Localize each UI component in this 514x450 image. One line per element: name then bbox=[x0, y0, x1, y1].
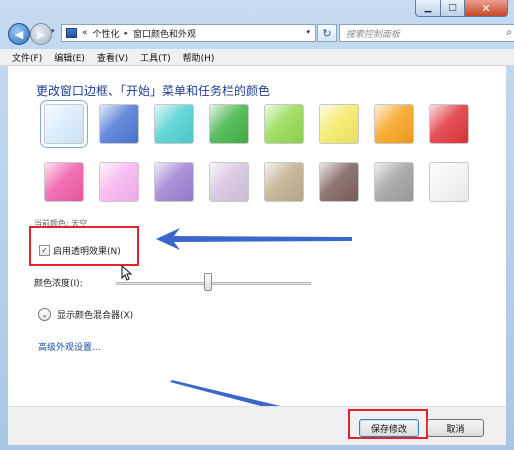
color-swatch[interactable] bbox=[40, 100, 88, 148]
save-changes-button[interactable]: 保存修改 bbox=[359, 419, 419, 437]
search-icon[interactable]: ⌕ bbox=[506, 27, 512, 38]
navigation-bar: ◀ ▶ ▾ « 个性化 ▸ 窗口颜色和外观 ▾ ↻ 搜索控制面板 ⌕ bbox=[6, 23, 514, 45]
color-swatch[interactable] bbox=[154, 104, 194, 144]
color-swatch[interactable] bbox=[429, 104, 469, 144]
forward-arrow-icon[interactable]: ▶ bbox=[30, 23, 52, 45]
content-pane: 更改窗口边框、「开始」菜单和任务栏的颜色 当前颜色: 天空 ✓ 启用透明效果(N… bbox=[8, 66, 506, 406]
control-panel-window: ▁ □ ✕ ◀ ▶ ▾ « 个性化 ▸ 窗口颜色和外观 ▾ ↻ 搜索控制面板 ⌕… bbox=[0, 0, 514, 450]
color-intensity-label: 颜色浓度(I): bbox=[34, 279, 83, 289]
back-arrow-icon[interactable]: ◀ bbox=[8, 23, 30, 45]
button-bar: 保存修改 取消 bbox=[8, 406, 506, 445]
control-panel-icon bbox=[66, 28, 77, 38]
menu-help[interactable]: 帮助(H) bbox=[183, 51, 215, 64]
color-swatch[interactable] bbox=[99, 104, 139, 144]
transparency-option[interactable]: ✓ 启用透明效果(N) bbox=[39, 244, 121, 257]
advanced-appearance-link[interactable]: 高级外观设置... bbox=[38, 340, 101, 353]
search-placeholder: 搜索控制面板 bbox=[346, 29, 401, 40]
color-swatch[interactable] bbox=[44, 162, 84, 202]
color-swatch[interactable] bbox=[429, 162, 469, 202]
minimize-button[interactable]: ▁ bbox=[415, 0, 441, 17]
page-title: 更改窗口边框、「开始」菜单和任务栏的颜色 bbox=[36, 84, 271, 98]
color-mixer-toggle[interactable]: ⌄ 显示颜色混合器(X) bbox=[38, 308, 133, 321]
address-bar[interactable]: « 个性化 ▸ 窗口颜色和外观 ▾ bbox=[61, 24, 316, 42]
menu-file[interactable]: 文件(F) bbox=[12, 51, 42, 64]
caption-buttons: ▁ □ ✕ bbox=[415, 0, 508, 17]
color-swatch[interactable] bbox=[209, 162, 249, 202]
color-swatch[interactable] bbox=[319, 104, 359, 144]
color-intensity-slider-thumb[interactable] bbox=[203, 273, 212, 291]
transparency-label[interactable]: 启用透明效果(N) bbox=[53, 244, 121, 257]
breadcrumb-window-color[interactable]: 窗口颜色和外观 bbox=[133, 27, 196, 40]
color-swatch[interactable] bbox=[264, 162, 304, 202]
menu-view[interactable]: 查看(V) bbox=[97, 51, 128, 64]
cancel-button[interactable]: 取消 bbox=[427, 419, 484, 437]
history-dropdown-icon[interactable]: ▾ bbox=[51, 27, 55, 35]
color-swatch[interactable] bbox=[99, 162, 139, 202]
breadcrumb-separator-icon[interactable]: ▸ bbox=[125, 29, 129, 37]
address-dropdown-icon[interactable]: ▾ bbox=[306, 28, 310, 36]
address-overflow-icon[interactable]: « bbox=[82, 28, 88, 38]
color-swatch[interactable] bbox=[374, 104, 414, 144]
menu-edit[interactable]: 编辑(E) bbox=[54, 51, 85, 64]
breadcrumb-personalization[interactable]: 个性化 bbox=[93, 27, 120, 40]
mouse-cursor-icon bbox=[121, 265, 133, 281]
color-swatch[interactable] bbox=[154, 162, 194, 202]
color-mixer-label[interactable]: 显示颜色混合器(X) bbox=[57, 308, 133, 321]
refresh-icon[interactable]: ↻ bbox=[317, 24, 337, 42]
color-swatch[interactable] bbox=[374, 162, 414, 202]
menu-tools[interactable]: 工具(T) bbox=[140, 51, 171, 64]
menu-bar: 文件(F) 编辑(E) 查看(V) 工具(T) 帮助(H) bbox=[0, 49, 514, 66]
color-swatch[interactable] bbox=[319, 162, 359, 202]
color-swatch[interactable] bbox=[209, 104, 249, 144]
maximize-button[interactable]: □ bbox=[441, 0, 465, 17]
color-swatch[interactable] bbox=[264, 104, 304, 144]
pointer-arrow-icon bbox=[156, 228, 352, 250]
expand-chevron-icon[interactable]: ⌄ bbox=[38, 308, 51, 321]
transparency-checkbox[interactable]: ✓ bbox=[39, 245, 50, 256]
search-input[interactable]: 搜索控制面板 ⌕ bbox=[339, 24, 514, 42]
color-intensity-slider-track[interactable] bbox=[116, 282, 311, 285]
close-button[interactable]: ✕ bbox=[465, 0, 508, 17]
